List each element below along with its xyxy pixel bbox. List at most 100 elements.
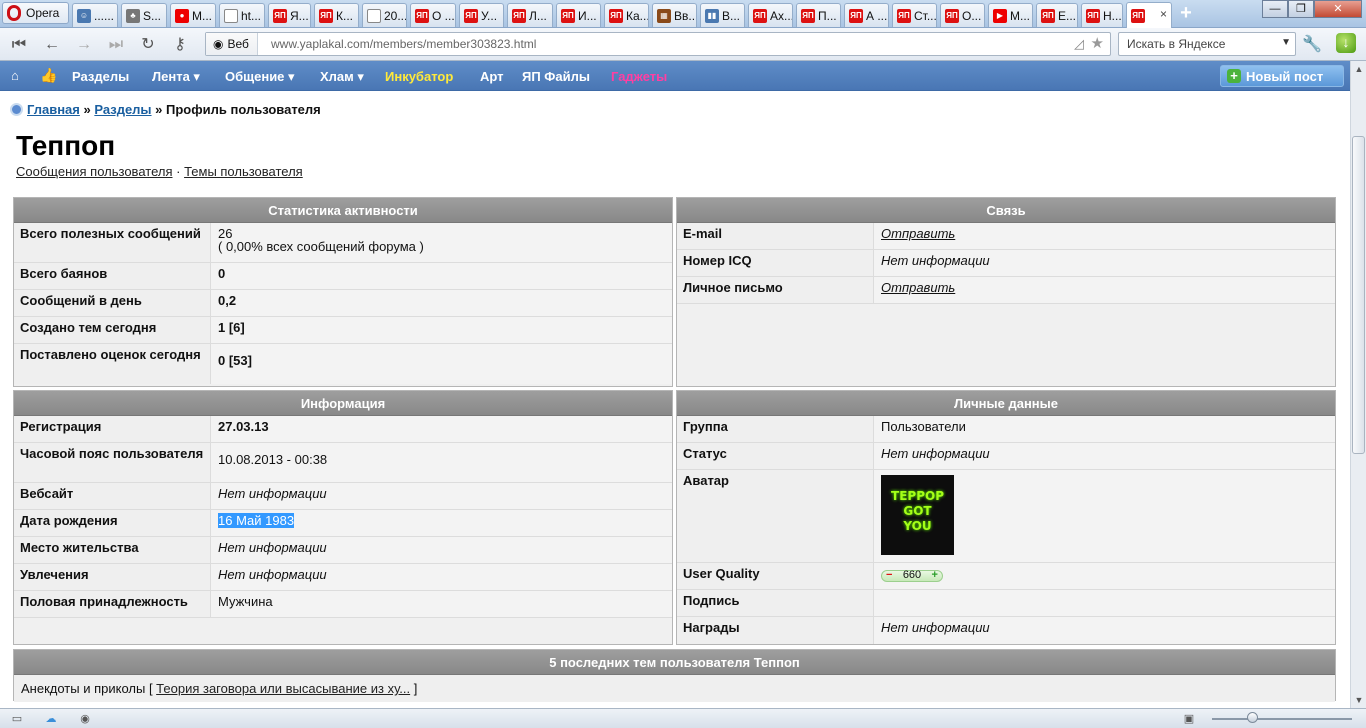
yap-icon: ЯП — [897, 8, 911, 23]
breadcrumb-sections[interactable]: Разделы — [94, 102, 151, 117]
speed-dial-icon[interactable]: ◉ — [78, 712, 92, 726]
browser-tab[interactable]: ▦ Вв... — [652, 3, 697, 27]
user-quality-widget: −660 + — [881, 569, 943, 582]
browser-tab[interactable]: ЯП Ах... — [748, 3, 793, 27]
yap-icon: ЯП — [1131, 8, 1145, 23]
topic-section: Анекдоты и приколы — [21, 681, 146, 696]
user-messages-link[interactable]: Сообщения пользователя — [16, 164, 173, 179]
info-row: Вебсайт Нет информации — [14, 483, 672, 510]
rewind-icon[interactable]: ⏮ — [9, 35, 29, 55]
contact-row: Номер ICQ Нет информации — [677, 250, 1335, 277]
send-pm-link[interactable]: Отправить — [874, 277, 1335, 303]
user-icon: ☺ — [77, 8, 91, 23]
page-icon — [367, 8, 381, 23]
info-panel: Информация Регистрация 27.03.13 Часовой п… — [13, 390, 673, 645]
browser-tab[interactable]: ЯП О... — [940, 3, 985, 27]
scroll-thumb[interactable] — [1352, 136, 1365, 454]
browser-tab[interactable]: ЯП О ... — [410, 3, 456, 27]
close-tab-icon[interactable]: × — [1160, 7, 1167, 21]
nav-gadgets[interactable]: Гаджеты — [611, 69, 667, 84]
browser-tab[interactable]: ЯП У... — [459, 3, 504, 27]
nav-sections[interactable]: Разделы — [72, 69, 129, 84]
new-post-button[interactable]: + Новый пост — [1220, 65, 1344, 87]
key-icon[interactable]: ⚷ — [170, 35, 190, 55]
red-icon: ● — [175, 8, 189, 23]
address-field[interactable]: ◉ Веб www.yaplakal.com/members/member3038… — [205, 32, 1111, 56]
page-icon — [224, 8, 238, 23]
reload-icon[interactable]: ↻ — [138, 35, 158, 55]
stats-panel-title: Статистика активности — [14, 198, 672, 223]
browser-tab[interactable]: ЯП Ка... — [604, 3, 649, 27]
browser-tab[interactable]: ЯП А ... — [844, 3, 889, 27]
yap-icon: ЯП — [561, 8, 575, 23]
plus-icon[interactable]: + — [932, 569, 938, 582]
browser-tab[interactable]: ▮▮ В... — [700, 3, 745, 27]
search-engine-dropdown-icon[interactable]: ▼ — [1281, 37, 1291, 48]
minimize-icon[interactable]: — — [1262, 0, 1288, 18]
scroll-down-icon[interactable]: ▼ — [1351, 692, 1366, 708]
browser-tab[interactable]: ЯП Е... — [1036, 3, 1078, 27]
user-topics-link[interactable]: Темы пользователя — [184, 164, 303, 179]
nav-feed[interactable]: Лента ▾ — [152, 69, 200, 85]
browser-tab[interactable]: ● M... — [170, 3, 216, 27]
browser-tab[interactable]: ☺...... — [72, 3, 118, 27]
window-close-icon[interactable]: ✕ — [1314, 0, 1362, 18]
browser-tab[interactable]: ЯП Н... — [1081, 3, 1123, 27]
browser-tab[interactable]: ▶ М... — [988, 3, 1033, 27]
topic-list-item: Анекдоты и приколы [ Теория заговора или… — [14, 675, 1335, 702]
browser-tab[interactable]: ht... — [219, 3, 265, 27]
browser-tab[interactable]: ЯП Л... — [507, 3, 553, 27]
browser-tab[interactable]: ♣ S... — [121, 3, 167, 27]
rss-icon[interactable]: ◿ — [1074, 36, 1084, 52]
info-row: Регистрация 27.03.13 — [14, 416, 672, 443]
thumbs-up-icon[interactable]: 👍 — [40, 67, 57, 84]
browser-tab[interactable]: ЯП К... — [314, 3, 359, 27]
panel-toggle-icon[interactable]: ▭ — [10, 712, 24, 726]
zoom-slider[interactable] — [1212, 718, 1352, 720]
bookmark-star-icon[interactable]: ★ — [1091, 34, 1104, 52]
nav-art[interactable]: Арт — [480, 69, 504, 84]
browser-tab[interactable]: ЯП П... — [796, 3, 841, 27]
contact-row: E-mail Отправить — [677, 223, 1335, 250]
fast-forward-icon[interactable]: ⏭ — [106, 35, 126, 55]
forward-icon[interactable]: → — [74, 35, 94, 55]
personal-panel-title: Личные данные — [677, 391, 1335, 416]
vertical-scrollbar[interactable]: ▲ ▼ — [1350, 61, 1366, 708]
plus-icon: + — [1227, 69, 1241, 83]
scroll-up-icon[interactable]: ▲ — [1351, 61, 1366, 77]
back-icon[interactable]: ← — [42, 35, 62, 55]
site-info-button[interactable]: ◉ Веб — [206, 33, 258, 55]
nav-junk[interactable]: Хлам ▾ — [320, 69, 364, 85]
globe-icon: ◉ — [213, 37, 224, 51]
stats-row: Всего баянов 0 — [14, 263, 672, 290]
breadcrumb: Главная » Разделы » Профиль пользователя — [10, 102, 321, 117]
download-icon[interactable]: ↓ — [1336, 33, 1356, 53]
minus-icon[interactable]: − — [886, 569, 892, 582]
stats-row: Сообщений в день 0,2 — [14, 290, 672, 317]
new-tab-button[interactable]: + — [1176, 3, 1196, 24]
browser-tab-active[interactable]: ЯП × — [1126, 2, 1172, 28]
nav-files[interactable]: ЯП Файлы — [522, 69, 590, 84]
browser-tab-bar: Opera ☺...... ♣ S... ● M... ht... ЯП Я... Я… — [0, 0, 1366, 28]
cloud-icon[interactable]: ☁ — [44, 712, 58, 726]
browser-tab[interactable]: ЯП Я... — [268, 3, 311, 27]
search-placeholder: Искать в Яндексе — [1127, 37, 1226, 51]
opera-menu-button[interactable]: Opera — [2, 2, 69, 24]
breadcrumb-home[interactable]: Главная — [27, 102, 80, 117]
browser-tab[interactable]: ЯП И... — [556, 3, 601, 27]
wrench-icon[interactable]: 🔧 — [1302, 34, 1322, 54]
stats-row: Всего полезных сообщений 26( 0,00% всех с… — [14, 223, 672, 263]
nav-incubator[interactable]: Инкубатор — [385, 69, 453, 84]
personal-row: User Quality −660 + — [677, 563, 1335, 590]
browser-tab[interactable]: ЯП Ст... — [892, 3, 937, 27]
info-row: Дата рождения 16 Май 1983 — [14, 510, 672, 537]
view-icon[interactable]: ▣ — [1182, 712, 1196, 726]
zoom-slider-knob[interactable] — [1247, 712, 1258, 723]
home-icon[interactable]: ⌂ — [11, 68, 19, 83]
search-input[interactable]: Искать в Яндексе ▼ — [1118, 32, 1296, 56]
nav-communication[interactable]: Общение ▾ — [225, 69, 295, 85]
maximize-icon[interactable]: ❐ — [1288, 0, 1314, 18]
topic-link[interactable]: Теория заговора или высасывание из ху... — [156, 681, 410, 696]
send-email-link[interactable]: Отправить — [874, 223, 1335, 249]
browser-tab[interactable]: 20... — [362, 3, 407, 27]
